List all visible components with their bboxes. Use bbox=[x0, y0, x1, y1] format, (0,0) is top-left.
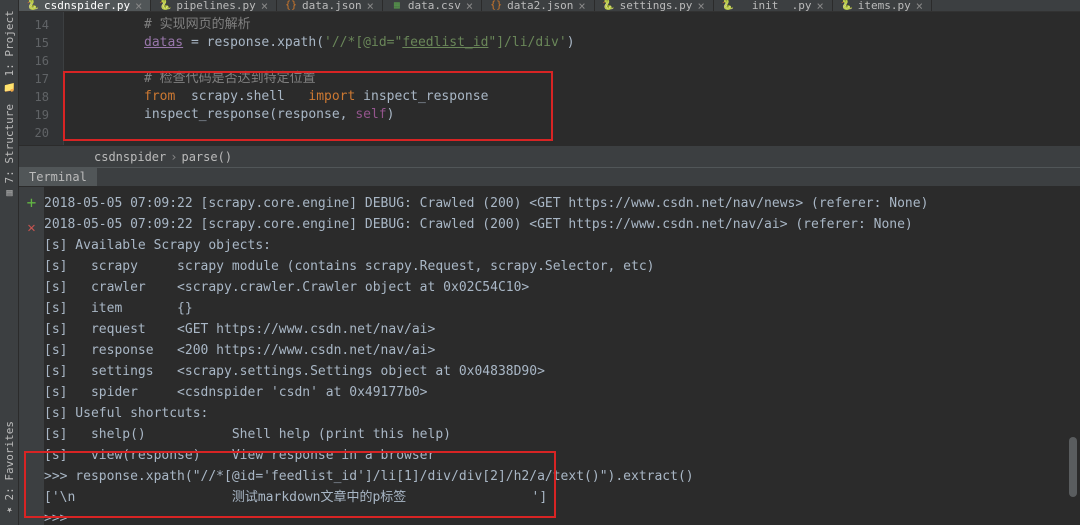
add-terminal-icon[interactable]: + bbox=[27, 193, 37, 212]
file-type-icon: {} bbox=[285, 0, 297, 12]
editor-tab[interactable]: 🐍 settings.py × bbox=[595, 0, 714, 11]
editor-tab[interactable]: 🐍 pipelines.py × bbox=[151, 0, 277, 11]
editor-tab[interactable]: ▦ data.csv × bbox=[383, 0, 482, 11]
editor-tab[interactable]: {} data2.json × bbox=[482, 0, 594, 11]
close-icon[interactable]: × bbox=[697, 0, 704, 12]
terminal-header: Terminal bbox=[19, 167, 1080, 187]
file-type-icon: 🐍 bbox=[841, 0, 853, 12]
close-icon[interactable]: × bbox=[135, 0, 142, 12]
breadcrumb[interactable]: csdnspider › parse() bbox=[19, 145, 1080, 167]
line-number-gutter: 14151617181920 bbox=[19, 12, 64, 145]
tab-label: settings.py bbox=[620, 0, 693, 12]
tab-label: data.csv bbox=[408, 0, 461, 12]
left-tool-strip: 📁1: Project▤7: Structure ★2: Favorites bbox=[0, 0, 19, 525]
file-type-icon: ▦ bbox=[391, 0, 403, 12]
terminal: + ✕ 2018-05-05 07:09:22 [scrapy.core.eng… bbox=[19, 187, 1080, 525]
terminal-output[interactable]: 2018-05-05 07:09:22 [scrapy.core.engine]… bbox=[44, 187, 1080, 525]
main-area: 🐍 csdnspider.py × 🐍 pipelines.py × {} data.json… bbox=[19, 0, 1080, 525]
editor-tab[interactable]: 🐍 csdnspider.py × bbox=[19, 0, 151, 11]
tab-label: pipelines.py bbox=[176, 0, 255, 12]
terminal-tab-label[interactable]: Terminal bbox=[19, 168, 97, 186]
code-line[interactable]: datas = response.xpath('//*[@id="feedlis… bbox=[64, 34, 1080, 52]
tab-label: items.py bbox=[858, 0, 911, 12]
editor-tabs: 🐍 csdnspider.py × 🐍 pipelines.py × {} data.json… bbox=[19, 0, 1080, 12]
breadcrumb-separator: › bbox=[170, 150, 177, 164]
close-icon[interactable]: × bbox=[817, 0, 824, 12]
tab-label: csdnspider.py bbox=[44, 0, 130, 12]
code-area[interactable]: # 实现网页的解析datas = response.xpath('//*[@id… bbox=[64, 12, 1080, 145]
code-line[interactable]: inspect_response(response, self) bbox=[64, 106, 1080, 124]
close-icon[interactable]: × bbox=[916, 0, 923, 12]
tool-window-tab[interactable]: ▤7: Structure bbox=[1, 98, 18, 204]
editor-tab[interactable]: 🐍 items.py × bbox=[833, 0, 932, 11]
code-line[interactable]: # 实现网页的解析 bbox=[64, 16, 1080, 34]
tool-window-tab[interactable]: 📁1: Project bbox=[1, 4, 18, 98]
close-icon[interactable]: × bbox=[261, 0, 268, 12]
file-type-icon: 🐍 bbox=[27, 0, 39, 12]
close-icon[interactable]: × bbox=[466, 0, 473, 12]
editor: 14151617181920 # 实现网页的解析datas = response… bbox=[19, 12, 1080, 145]
breadcrumb-item[interactable]: parse() bbox=[181, 150, 232, 164]
code-line[interactable] bbox=[64, 124, 1080, 142]
tool-window-tab[interactable]: ★2: Favorites bbox=[1, 415, 18, 521]
left-tabs-bottom: ★2: Favorites bbox=[1, 415, 18, 521]
file-type-icon: 🐍 bbox=[159, 0, 171, 12]
file-type-icon: {} bbox=[490, 0, 502, 12]
editor-tab[interactable]: {} data.json × bbox=[277, 0, 383, 11]
file-type-icon: 🐍 bbox=[603, 0, 615, 12]
code-line[interactable]: # 检查代码是否达到特定位置 bbox=[64, 70, 1080, 88]
code-line[interactable]: from scrapy.shell import inspect_respons… bbox=[64, 88, 1080, 106]
breadcrumb-item[interactable]: csdnspider bbox=[94, 150, 166, 164]
tab-label: data2.json bbox=[507, 0, 573, 12]
scrollbar-vertical[interactable] bbox=[1069, 437, 1077, 497]
close-icon[interactable]: × bbox=[367, 0, 374, 12]
tab-label: data.json bbox=[302, 0, 362, 12]
editor-tab[interactable]: 🐍 __init__.py × bbox=[714, 0, 833, 11]
file-type-icon: 🐍 bbox=[722, 0, 734, 12]
close-icon[interactable]: × bbox=[578, 0, 585, 12]
terminal-toolbar: + ✕ bbox=[19, 187, 44, 525]
code-line[interactable] bbox=[64, 52, 1080, 70]
close-terminal-icon[interactable]: ✕ bbox=[27, 220, 35, 236]
tab-label: __init__.py bbox=[739, 0, 812, 12]
left-tabs-top: 📁1: Project▤7: Structure bbox=[1, 4, 18, 205]
